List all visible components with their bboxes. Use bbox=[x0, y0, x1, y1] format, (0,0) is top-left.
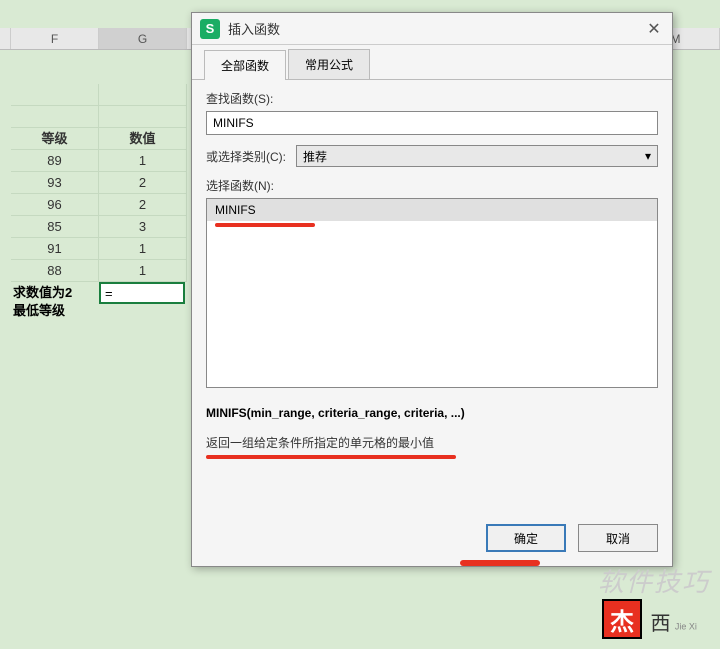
tab-common-formulas[interactable]: 常用公式 bbox=[288, 49, 370, 79]
table-cell[interactable]: 89 bbox=[11, 150, 99, 172]
ok-button[interactable]: 确定 bbox=[486, 524, 566, 552]
active-formula-cell[interactable]: = bbox=[99, 282, 185, 304]
dialog-title: 插入函数 bbox=[228, 19, 644, 38]
table-cell[interactable]: 2 bbox=[99, 194, 187, 216]
table-cell[interactable]: 2 bbox=[99, 172, 187, 194]
table-cell[interactable]: 1 bbox=[99, 260, 187, 282]
table-cell[interactable]: 1 bbox=[99, 238, 187, 260]
app-icon: S bbox=[200, 19, 220, 39]
function-signature: MINIFS(min_range, criteria_range, criter… bbox=[206, 406, 658, 420]
table-cell[interactable]: 96 bbox=[11, 194, 99, 216]
dialog-tabs: 全部函数 常用公式 bbox=[192, 45, 672, 80]
category-select[interactable]: 推荐 ▾ bbox=[296, 145, 658, 167]
annotation-underline bbox=[460, 560, 540, 566]
table-cell[interactable]: 93 bbox=[11, 172, 99, 194]
col-F[interactable]: F bbox=[11, 28, 99, 49]
spreadsheet-data: 等级 数值 891 932 962 853 911 881 求数值为2最低等级 … bbox=[11, 84, 187, 322]
table-cell[interactable]: 88 bbox=[11, 260, 99, 282]
close-icon[interactable]: ✕ bbox=[644, 19, 664, 39]
chevron-down-icon: ▾ bbox=[645, 149, 651, 163]
annotation-underline bbox=[215, 223, 315, 227]
insert-function-dialog: S 插入函数 ✕ 全部函数 常用公式 查找函数(S): 或选择类别(C): 推荐… bbox=[191, 12, 673, 567]
function-description: 返回一组给定条件所指定的单元格的最小值 bbox=[206, 434, 658, 451]
table-cell[interactable]: 91 bbox=[11, 238, 99, 260]
category-label: 或选择类别(C): bbox=[206, 148, 286, 165]
watermark: 软件技巧 杰 西 Jie Xi bbox=[598, 562, 710, 639]
tab-all-functions[interactable]: 全部函数 bbox=[204, 50, 286, 80]
table-cell[interactable]: 85 bbox=[11, 216, 99, 238]
table-cell[interactable]: 3 bbox=[99, 216, 187, 238]
search-label: 查找函数(S): bbox=[206, 90, 658, 107]
header-value[interactable]: 数值 bbox=[99, 128, 187, 150]
cancel-button[interactable]: 取消 bbox=[578, 524, 658, 552]
select-function-label: 选择函数(N): bbox=[206, 177, 658, 194]
label-text: 求数值为2最低等级 bbox=[11, 282, 99, 322]
function-item-minifs[interactable]: MINIFS bbox=[207, 199, 657, 221]
table-cell[interactable]: 1 bbox=[99, 150, 187, 172]
search-input[interactable] bbox=[206, 111, 658, 135]
col-G[interactable]: G bbox=[99, 28, 187, 49]
header-level[interactable]: 等级 bbox=[11, 128, 99, 150]
function-list[interactable]: MINIFS bbox=[206, 198, 658, 388]
dialog-titlebar[interactable]: S 插入函数 ✕ bbox=[192, 13, 672, 45]
annotation-underline bbox=[206, 455, 456, 459]
